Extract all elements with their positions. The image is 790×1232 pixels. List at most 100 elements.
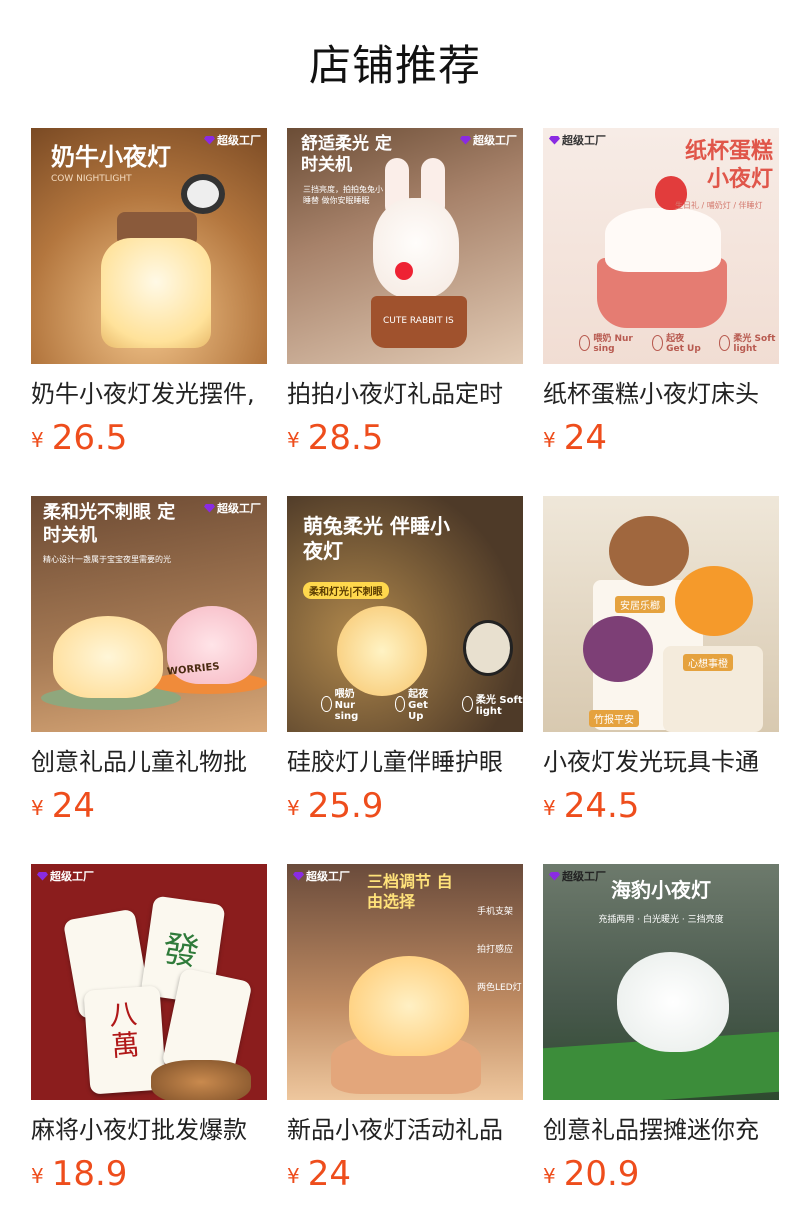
product-image[interactable]: 安居乐榔 心想事橙 竹报平安 — [543, 496, 779, 732]
pot-text: CUTE RABBIT IS — [383, 316, 454, 326]
factory-badge: 超级工厂 — [293, 868, 350, 884]
product-title[interactable]: 小夜灯发光玩具卡通 — [543, 746, 779, 778]
currency-symbol: ¥ — [543, 1164, 556, 1188]
bulb-icon — [719, 334, 731, 351]
seal-lamp — [617, 952, 729, 1052]
product-price: ¥28.5 — [287, 418, 523, 464]
product-card[interactable]: 三档调节 自由选择 手机支架 拍打感应 两色LED灯 超级工厂 新品小夜灯活动礼… — [287, 864, 523, 1200]
moon-icon — [651, 334, 664, 351]
figure-tag: 心想事橙 — [683, 654, 733, 671]
mangosteen-figure — [583, 616, 653, 682]
lamp-body — [101, 238, 211, 348]
currency-symbol: ¥ — [287, 1164, 300, 1188]
product-price: ¥18.9 — [31, 1154, 267, 1200]
factory-badge: 超级工厂 — [37, 868, 94, 884]
image-subheading: 生日礼 / 哺奶灯 / 伴睡灯 — [675, 201, 763, 210]
image-subheading: 精心设计一盏属于宝宝夜里需要的光 — [43, 555, 171, 564]
product-price: ¥26.5 — [31, 418, 267, 464]
product-title[interactable]: 纸杯蛋糕小夜灯床头 — [543, 378, 779, 410]
chestnut-figure — [609, 516, 689, 586]
figure-tag: 竹报平安 — [589, 710, 639, 727]
image-subheading: 充插两用 · 白光暖光 · 三挡亮度 — [598, 915, 724, 925]
price-value: 20.9 — [563, 1154, 640, 1194]
product-price: ¥25.9 — [287, 786, 523, 832]
image-heading: 舒适柔光 定时关机 — [301, 134, 392, 176]
feature-pill: 柔和灯光|不刺眼 — [303, 582, 389, 599]
price-value: 24 — [51, 786, 95, 826]
product-card[interactable]: 纸杯蛋糕 小夜灯 生日礼 / 哺奶灯 / 伴睡灯 超级工厂 喂奶 Nur sin… — [543, 128, 779, 464]
currency-symbol: ¥ — [543, 796, 556, 820]
product-image[interactable]: 發 八萬 超级工厂 — [31, 864, 267, 1100]
price-value: 28.5 — [307, 418, 384, 458]
tile-character: 八萬 — [108, 997, 141, 1063]
image-heading: 纸杯蛋糕 小夜灯 — [684, 139, 773, 192]
price-value: 24.5 — [563, 786, 640, 826]
product-image[interactable]: WORRIES 柔和光不刺眼 定时关机 精心设计一盏属于宝宝夜里需要的光 超级工… — [31, 496, 267, 732]
factory-badge: 超级工厂 — [204, 500, 261, 516]
product-title[interactable]: 硅胶灯儿童伴睡护眼 — [287, 746, 523, 778]
page-title: 店铺推荐 — [308, 41, 481, 90]
product-image[interactable]: 柔和灯光|不刺眼 萌兔柔光 伴睡小夜灯 喂奶 Nur sing 起夜 Get U… — [287, 496, 523, 732]
bun-lamp — [349, 956, 469, 1056]
cow-figure — [181, 174, 225, 214]
product-card[interactable]: 安居乐榔 心想事橙 竹报平安 小夜灯发光玩具卡通 ¥24.5 — [543, 496, 779, 832]
diamond-icon — [204, 503, 215, 513]
image-heading: 三档调节 自由选择 — [367, 872, 453, 911]
feature-label: 拍打感应 — [477, 945, 514, 955]
product-price: ¥24 — [287, 1154, 523, 1200]
product-image[interactable]: 海豹小夜灯 充插两用 · 白光暖光 · 三挡亮度 超级工厂 — [543, 864, 779, 1100]
feature-nursing: 喂奶 Nur sing — [579, 331, 636, 354]
orange-figure — [675, 566, 753, 636]
currency-symbol: ¥ — [287, 796, 300, 820]
bunny-lamp — [337, 606, 427, 696]
bulb-icon — [462, 695, 473, 712]
price-value: 24 — [307, 1154, 351, 1194]
image-subheading: COW NIGHTLIGHT — [51, 174, 132, 184]
product-card[interactable]: 奶牛小夜灯 COW NIGHTLIGHT 超级工厂 奶牛小夜灯发光摆件, ¥26… — [31, 128, 267, 464]
product-title[interactable]: 新品小夜灯活动礼品 — [287, 1114, 523, 1146]
feature-getup: 起夜 Get Up — [651, 331, 703, 354]
product-title[interactable]: 奶牛小夜灯发光摆件, — [31, 378, 267, 410]
factory-badge: 超级工厂 — [204, 132, 261, 148]
product-title[interactable]: 麻将小夜灯批发爆款 — [31, 1114, 267, 1146]
factory-badge: 超级工厂 — [549, 132, 606, 148]
image-subheading: 三挡亮度，拍拍兔兔小睡替 做你安眠睡眠 — [303, 185, 383, 205]
product-card[interactable]: 發 八萬 超级工厂 麻将小夜灯批发爆款 ¥18.9 — [31, 864, 267, 1200]
feature-icons: 喂奶 Nur sing 起夜 Get Up 柔光 Soft light — [321, 685, 523, 722]
product-price: ¥24 — [31, 786, 267, 832]
price-value: 26.5 — [51, 418, 128, 458]
product-card[interactable]: 柔和灯光|不刺眼 萌兔柔光 伴睡小夜灯 喂奶 Nur sing 起夜 Get U… — [287, 496, 523, 832]
diamond-icon — [549, 135, 560, 145]
product-price: ¥24 — [543, 418, 779, 464]
product-image[interactable]: 奶牛小夜灯 COW NIGHTLIGHT 超级工厂 — [31, 128, 267, 364]
feature-icons: 喂奶 Nur sing 起夜 Get Up 柔光 Soft light — [579, 331, 779, 354]
figure-tag: 安居乐榔 — [615, 596, 665, 613]
currency-symbol: ¥ — [287, 428, 300, 452]
product-image[interactable]: CUTE RABBIT IS 舒适柔光 定时关机 三挡亮度，拍拍兔兔小睡替 做你… — [287, 128, 523, 364]
product-card[interactable]: WORRIES 柔和光不刺眼 定时关机 精心设计一盏属于宝宝夜里需要的光 超级工… — [31, 496, 267, 832]
feature-label: 手机支架 — [477, 907, 514, 917]
image-heading: 奶牛小夜灯 — [51, 143, 171, 171]
nut-bowl — [151, 1060, 251, 1100]
product-title[interactable]: 拍拍小夜灯礼品定时 — [287, 378, 523, 410]
product-price: ¥20.9 — [543, 1154, 779, 1200]
product-card[interactable]: 海豹小夜灯 充插两用 · 白光暖光 · 三挡亮度 超级工厂 创意礼品摆摊迷你充 … — [543, 864, 779, 1200]
currency-symbol: ¥ — [543, 428, 556, 452]
feature-nursing: 喂奶 Nur sing — [321, 685, 379, 722]
product-image[interactable]: 三档调节 自由选择 手机支架 拍打感应 两色LED灯 超级工厂 — [287, 864, 523, 1100]
bottle-icon — [321, 695, 332, 712]
product-title[interactable]: 创意礼品摆摊迷你充 — [543, 1114, 779, 1146]
alarm-clock — [463, 620, 513, 676]
product-image[interactable]: 纸杯蛋糕 小夜灯 生日礼 / 哺奶灯 / 伴睡灯 超级工厂 喂奶 Nur sin… — [543, 128, 779, 364]
product-card[interactable]: CUTE RABBIT IS 舒适柔光 定时关机 三挡亮度，拍拍兔兔小睡替 做你… — [287, 128, 523, 464]
rabbit-lamp — [373, 198, 459, 298]
moon-icon — [394, 695, 406, 712]
diamond-icon — [37, 871, 48, 881]
diamond-icon — [549, 871, 560, 881]
product-title[interactable]: 创意礼品儿童礼物批 — [31, 746, 267, 778]
diamond-icon — [293, 871, 304, 881]
feature-softlight: 柔光 Soft light — [719, 331, 779, 354]
currency-symbol: ¥ — [31, 1164, 44, 1188]
price-value: 18.9 — [51, 1154, 128, 1194]
factory-badge: 超级工厂 — [549, 868, 606, 884]
